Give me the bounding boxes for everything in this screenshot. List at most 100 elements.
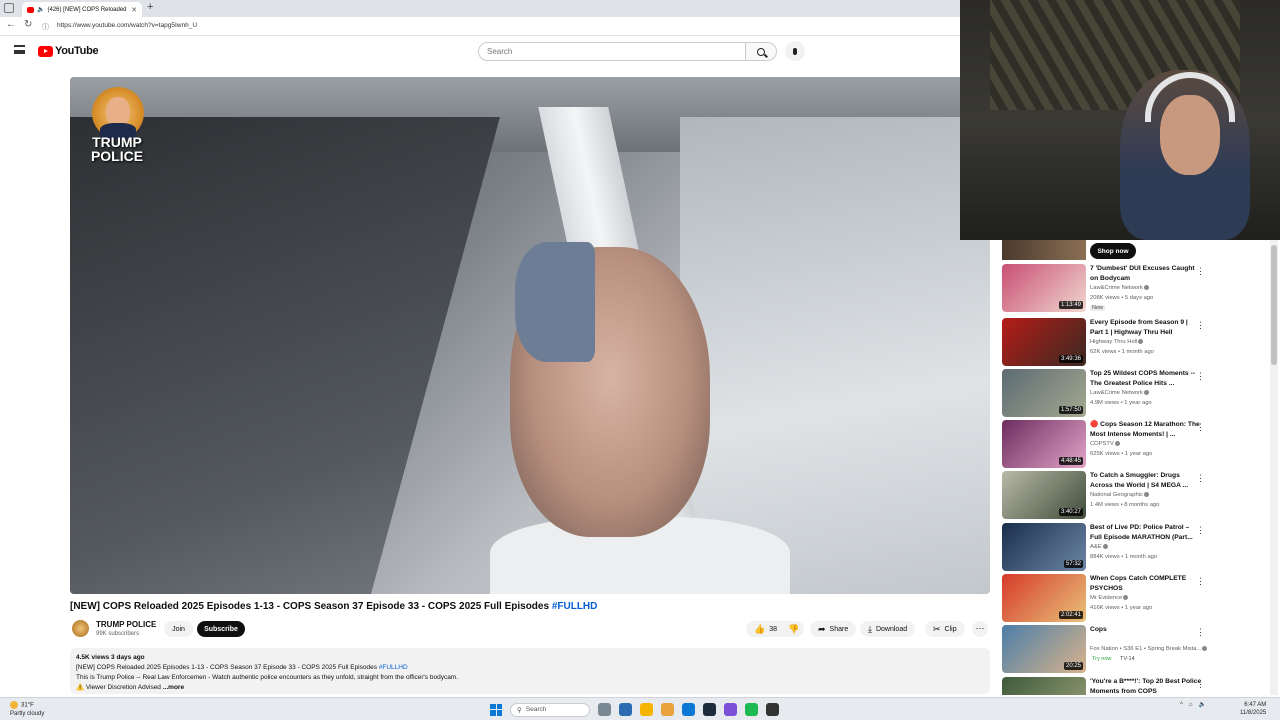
taskbar-search-icon: ⚲ bbox=[517, 706, 522, 714]
recommendation-channel[interactable]: Mr Evidence bbox=[1090, 595, 1129, 601]
weather-widget[interactable]: 31°F Partly cloudy bbox=[10, 701, 44, 718]
ad-thumbnail[interactable] bbox=[1002, 240, 1086, 260]
more-options-icon[interactable]: ⋮ bbox=[1196, 576, 1205, 587]
recommendation-title[interactable]: 🔴 Cops Season 12 Marathon: The Most Inte… bbox=[1090, 420, 1202, 439]
search-icon bbox=[757, 47, 765, 56]
recommendation-channel[interactable]: National Geographic bbox=[1090, 492, 1149, 498]
windows-start-icon[interactable] bbox=[490, 703, 502, 716]
try-now-badge[interactable]: Try now bbox=[1090, 656, 1113, 662]
clip-button[interactable]: ✂ Clip bbox=[925, 621, 965, 637]
more-actions-icon[interactable]: ⋯ bbox=[972, 621, 988, 637]
recommendation-item[interactable]: 2:02:41 When Cops Catch COMPLETE PSYCHOS M… bbox=[1002, 574, 1272, 622]
download-button[interactable]: ⤓ Download bbox=[860, 621, 916, 637]
video-thumbnail[interactable]: 2:02:41 bbox=[1002, 574, 1086, 622]
taskbar-app-icon[interactable] bbox=[661, 703, 674, 716]
video-thumbnail[interactable]: 1:13:49 bbox=[1002, 264, 1086, 312]
video-thumbnail[interactable]: 3:49:36 bbox=[1002, 318, 1086, 366]
description-hashtag[interactable]: #FULLHD bbox=[379, 664, 408, 671]
video-thumbnail[interactable]: 3:40:27 bbox=[1002, 471, 1086, 519]
video-thumbnail[interactable]: 57:32 bbox=[1002, 523, 1086, 571]
scrollbar-thumb[interactable] bbox=[1271, 245, 1277, 365]
taskbar-app-icon[interactable] bbox=[724, 703, 737, 716]
warning-text: ⚠️ Viewer Discretion Advised bbox=[76, 684, 161, 691]
video-thumbnail[interactable] bbox=[1002, 677, 1086, 695]
close-tab-icon[interactable]: ✕ bbox=[131, 6, 137, 14]
taskbar-app-icon[interactable] bbox=[766, 703, 779, 716]
subscribe-button[interactable]: Subscribe bbox=[197, 621, 245, 637]
recommendation-channel[interactable]: Highway Thru Hell bbox=[1090, 339, 1144, 345]
recommendation-title[interactable]: Every Episode from Season 9 | Part 1 | H… bbox=[1090, 318, 1202, 337]
like-button[interactable]: 👍 38 bbox=[746, 621, 782, 637]
recommendation-item[interactable]: 3:40:27 To Catch a Smuggler: Drugs Across… bbox=[1002, 471, 1272, 519]
more-options-icon[interactable]: ⋮ bbox=[1196, 679, 1205, 690]
site-info-icon[interactable]: ⓘ bbox=[42, 22, 49, 32]
recommendation-channel[interactable]: Law&Crime Network bbox=[1090, 285, 1149, 291]
speaker-icon[interactable]: 🔈 bbox=[37, 6, 44, 13]
search-button[interactable] bbox=[745, 42, 777, 61]
clock-time: 6:47 AM bbox=[1244, 702, 1267, 708]
taskbar-app-icon[interactable] bbox=[745, 703, 758, 716]
hamburger-menu-icon[interactable] bbox=[14, 45, 25, 54]
recommendation-item[interactable]: 1:13:49 7 'Dumbest' DUI Excuses Caught on… bbox=[1002, 264, 1272, 312]
taskbar-search[interactable]: ⚲ Search bbox=[510, 702, 590, 717]
more-options-icon[interactable]: ⋮ bbox=[1196, 627, 1205, 638]
video-player[interactable]: TRUMP POLICE bbox=[70, 77, 990, 594]
description-box[interactable]: 4.5K views 3 days ago [NEW] COPS Reloade… bbox=[70, 648, 990, 694]
volume-icon[interactable]: 🔈 bbox=[1198, 701, 1205, 708]
network-icon[interactable]: ⌂ bbox=[1189, 702, 1193, 708]
chevron-up-icon[interactable]: ^ bbox=[1180, 702, 1183, 708]
taskbar-app-icon[interactable] bbox=[682, 703, 695, 716]
recommendation-item[interactable]: 1:57:50 Top 25 Wildest COPS Moments -- Th… bbox=[1002, 369, 1272, 417]
back-arrow-icon[interactable]: ← bbox=[6, 19, 16, 30]
video-thumbnail[interactable]: 20:25 bbox=[1002, 625, 1086, 673]
more-options-icon[interactable]: ⋮ bbox=[1196, 473, 1205, 484]
more-options-icon[interactable]: ⋮ bbox=[1196, 422, 1205, 433]
join-button[interactable]: Join bbox=[164, 621, 193, 637]
channel-avatar[interactable] bbox=[72, 620, 89, 637]
window-menu-icon[interactable] bbox=[4, 3, 14, 13]
recommendation-title[interactable]: Top 25 Wildest COPS Moments -- The Great… bbox=[1090, 369, 1202, 388]
taskbar-app-icon[interactable] bbox=[619, 703, 632, 716]
more-options-icon[interactable]: ⋮ bbox=[1196, 320, 1205, 331]
recommendation-channel[interactable]: COPSTV bbox=[1090, 441, 1120, 447]
recommendation-title[interactable]: Best of Live PD: Police Patrol – Full Ep… bbox=[1090, 523, 1202, 542]
more-options-icon[interactable]: ⋮ bbox=[1196, 525, 1205, 536]
recommendation-channel[interactable]: A&E bbox=[1090, 544, 1108, 550]
recommendation-item[interactable]: 57:32 Best of Live PD: Police Patrol – Fu… bbox=[1002, 523, 1272, 571]
new-tab-button[interactable]: + bbox=[147, 1, 153, 13]
browser-tab-active[interactable]: 🔈 (426) [NEW] COPS Reloaded ✕ bbox=[22, 2, 142, 17]
recommendation-item[interactable]: 4:48:45 🔴 Cops Season 12 Marathon: The Mo… bbox=[1002, 420, 1272, 468]
recommendation-title[interactable]: Cops bbox=[1090, 625, 1202, 635]
dislike-button[interactable]: 👎 bbox=[782, 621, 804, 637]
clock[interactable]: 6:47 AM 11/8/2025 bbox=[1240, 701, 1266, 717]
recommendation-channel[interactable]: Law&Crime Network bbox=[1090, 390, 1149, 396]
recommendation-channel[interactable]: Fox Nation • S36 E1 • Spring Break Mista… bbox=[1090, 646, 1208, 652]
recommendation-title[interactable]: 'You're a B****!': Top 20 Best Police Mo… bbox=[1090, 677, 1202, 695]
reload-icon[interactable]: ↻ bbox=[24, 19, 32, 30]
download-icon: ⤓ bbox=[868, 623, 872, 634]
recommendation-title[interactable]: 7 'Dumbest' DUI Excuses Caught on Bodyca… bbox=[1090, 264, 1202, 283]
url-field[interactable]: https://www.youtube.com/watch?v=tapg5Iwn… bbox=[57, 22, 197, 29]
video-thumbnail[interactable]: 1:57:50 bbox=[1002, 369, 1086, 417]
recommendation-item[interactable]: 3:49:36 Every Episode from Season 9 | Par… bbox=[1002, 318, 1272, 366]
more-options-icon[interactable]: ⋮ bbox=[1196, 371, 1205, 382]
more-options-icon[interactable]: ⋮ bbox=[1196, 266, 1205, 277]
channel-name[interactable]: TRUMP POLICE bbox=[96, 620, 156, 629]
taskbar-app-icon[interactable] bbox=[640, 703, 653, 716]
weather-sun-icon bbox=[10, 701, 18, 709]
recommendation-title[interactable]: To Catch a Smuggler: Drugs Across the Wo… bbox=[1090, 471, 1202, 490]
channel-text: A&E bbox=[1090, 544, 1102, 551]
voice-search-button[interactable] bbox=[785, 41, 805, 61]
more-link[interactable]: ...more bbox=[163, 684, 184, 691]
video-thumbnail[interactable]: 4:48:45 bbox=[1002, 420, 1086, 468]
search-input[interactable]: Search bbox=[478, 42, 746, 61]
hashtag-link[interactable]: #FULLHD bbox=[552, 601, 598, 612]
youtube-logo[interactable]: YouTube bbox=[38, 45, 99, 57]
recommendation-title[interactable]: When Cops Catch COMPLETE PSYCHOS bbox=[1090, 574, 1202, 593]
taskbar-app-icon[interactable] bbox=[598, 703, 611, 716]
recommendation-item[interactable]: 20:25 Cops Fox Nation • S36 E1 • Spring Br… bbox=[1002, 625, 1272, 673]
shop-now-button[interactable]: Shop now bbox=[1090, 243, 1136, 259]
share-button[interactable]: ➦ Share bbox=[810, 621, 857, 637]
recommendation-item[interactable]: 'You're a B****!': Top 20 Best Police Mo… bbox=[1002, 677, 1272, 695]
taskbar-app-icon[interactable] bbox=[703, 703, 716, 716]
